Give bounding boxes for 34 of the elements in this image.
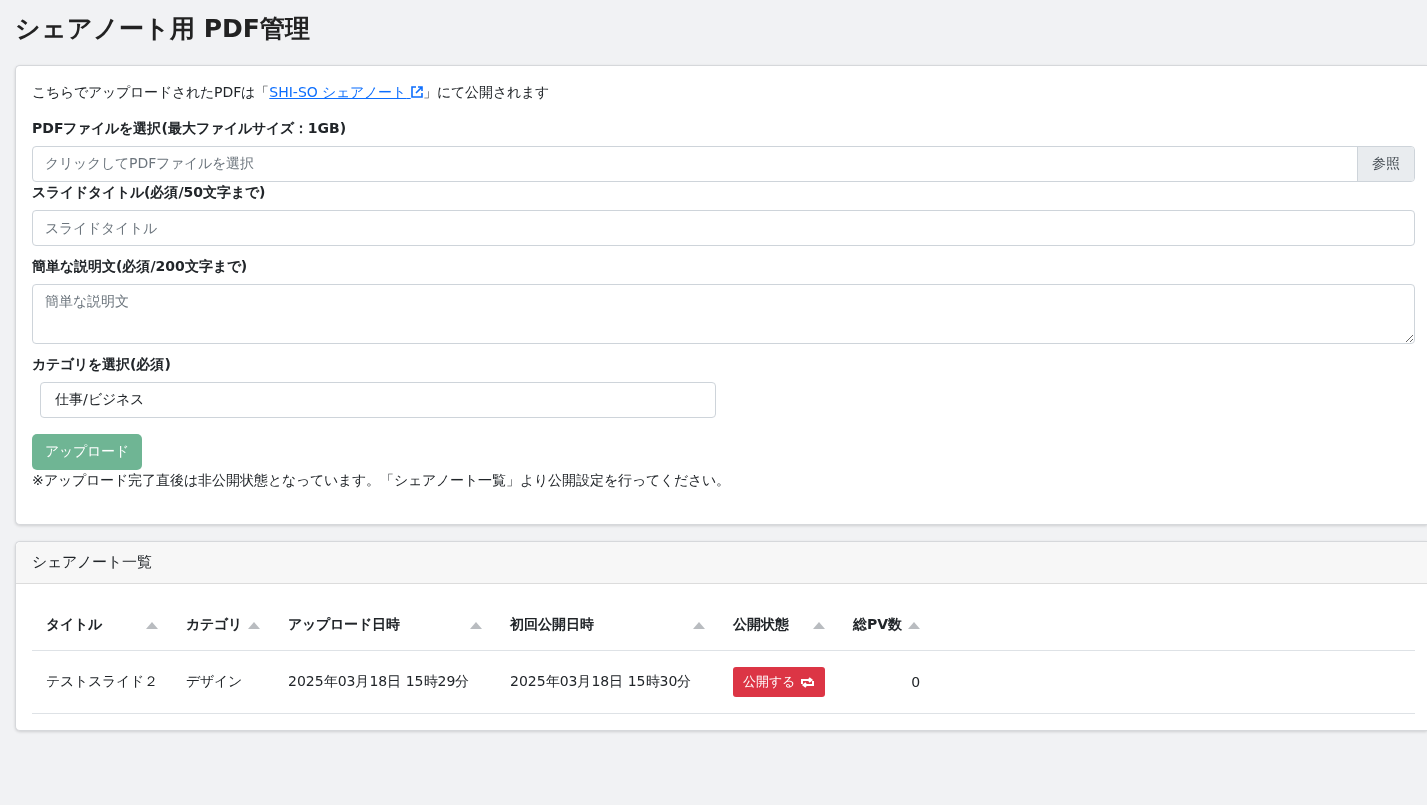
external-link-icon xyxy=(410,86,423,98)
notice-text: ※アップロード完了直後は非公開状態となっています。「シェアノート一覧」より公開設定を行ってください。 xyxy=(32,472,731,490)
file-field[interactable]: クリックしてPDFファイルを選択 参照 xyxy=(32,146,1415,182)
description-field[interactable]: 簡単な説明文 xyxy=(32,284,1415,344)
share-note-link[interactable]: SHI-SO シェアノート xyxy=(269,84,423,100)
card-header: シェアノート一覧 xyxy=(16,542,1427,584)
column-header: アップロード日時 xyxy=(288,616,400,634)
column-header: 公開状態 xyxy=(733,616,789,634)
sort-icon[interactable] xyxy=(470,621,482,629)
column-header: タイトル xyxy=(46,616,102,634)
column-header: 初回公開日時 xyxy=(510,616,594,634)
category-select[interactable]: 仕事/ビジネス xyxy=(40,382,716,418)
table-cell: 2025年03月18日 15時29分 xyxy=(288,673,470,691)
publish-button[interactable]: 公開する xyxy=(733,667,825,697)
field-label: カテゴリを選択(必須) xyxy=(32,356,172,374)
page-title: シェアノート用 PDF管理 xyxy=(15,13,311,45)
table-cell: デザイン xyxy=(186,673,242,691)
column-header: 総PV数 xyxy=(853,616,903,634)
field-label: 簡単な説明文(必須/200文字まで) xyxy=(32,258,249,276)
field-label: スライドタイトル(必須/50文字まで) xyxy=(32,184,267,202)
table-cell: テストスライド２ xyxy=(46,673,158,691)
sort-icon[interactable] xyxy=(908,621,921,629)
field-label: PDFファイルを選択(最大ファイルサイズ：1GB) xyxy=(32,120,348,138)
sort-icon[interactable] xyxy=(146,621,158,629)
column-header: カテゴリ xyxy=(186,616,242,634)
browse-button[interactable]: 参照 xyxy=(1357,147,1414,181)
intro-text: こちらでアップロードされたPDFは「SHI-SO シェアノート 」にて公開されます xyxy=(32,84,550,102)
table-cell: 0 xyxy=(911,674,921,690)
title-field[interactable]: スライドタイトル xyxy=(32,210,1415,246)
toggle-arrows-icon xyxy=(800,676,815,688)
sort-icon[interactable] xyxy=(813,621,825,629)
sort-icon[interactable] xyxy=(693,621,705,629)
table-cell: 2025年03月18日 15時30分 xyxy=(510,673,692,691)
sort-icon[interactable] xyxy=(248,621,260,629)
